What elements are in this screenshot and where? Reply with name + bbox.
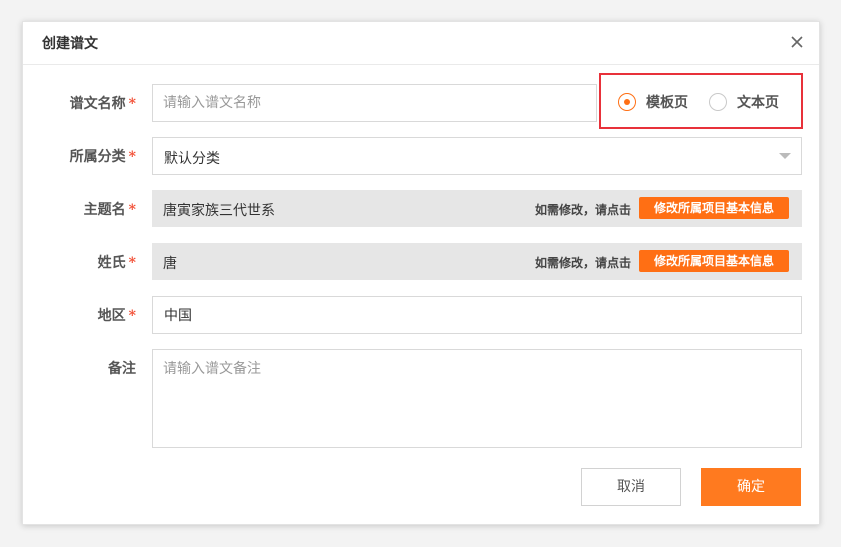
- surname-readonly-field: 唐 如需修改，请点击 修改所属项目基本信息: [152, 243, 802, 280]
- radio-template-label: 模板页: [646, 95, 688, 111]
- chevron-down-icon: [779, 153, 791, 159]
- radio-template-page[interactable]: 模板页: [618, 92, 688, 112]
- remark-field: [152, 349, 802, 448]
- radio-text-page[interactable]: 文本页: [709, 92, 779, 112]
- region-field: [152, 296, 802, 334]
- page-type-radio-group: 模板页 文本页: [599, 73, 803, 129]
- remark-row: 备注: [23, 349, 819, 448]
- required-mark: *: [128, 96, 136, 112]
- radio-checked-icon: [618, 93, 636, 111]
- edit-project-info-button[interactable]: 修改所属项目基本信息: [639, 250, 789, 272]
- dialog-header: 创建谱文: [23, 22, 819, 65]
- close-icon[interactable]: [789, 34, 805, 50]
- confirm-button[interactable]: 确定: [701, 468, 801, 506]
- radio-text-label: 文本页: [737, 95, 779, 111]
- cancel-button[interactable]: 取消: [581, 468, 681, 506]
- topic-label: 主题名 *: [83, 202, 136, 218]
- topic-value: 唐寅家族三代世系: [163, 203, 275, 219]
- category-select[interactable]: 默认分类: [152, 137, 802, 175]
- topic-row: 主题名 * 唐寅家族三代世系 如需修改，请点击 修改所属项目基本信息: [23, 190, 819, 227]
- surname-edit-hint: 如需修改，请点击: [535, 256, 632, 270]
- required-mark: *: [128, 255, 136, 271]
- surname-row: 姓氏 * 唐 如需修改，请点击 修改所属项目基本信息: [23, 243, 819, 280]
- region-label: 地区 *: [97, 308, 136, 324]
- remark-label: 备注: [108, 361, 136, 377]
- create-document-dialog: 创建谱文 谱文名称* 模板页 文本页 所属分类* 默认分类 主题名*: [22, 21, 820, 525]
- region-input[interactable]: [153, 297, 801, 333]
- category-row: 所属分类 * 默认分类: [23, 137, 819, 175]
- category-value: 默认分类: [164, 151, 220, 167]
- required-mark: *: [128, 308, 136, 324]
- edit-project-info-button[interactable]: 修改所属项目基本信息: [639, 197, 789, 219]
- topic-readonly-field: 唐寅家族三代世系 如需修改，请点击 修改所属项目基本信息: [152, 190, 802, 227]
- radio-unchecked-icon: [709, 93, 727, 111]
- required-mark: *: [128, 202, 136, 218]
- topic-edit-hint: 如需修改，请点击: [535, 203, 632, 217]
- region-row: 地区 *: [23, 296, 819, 334]
- name-label: 谱文名称 *: [69, 96, 136, 112]
- surname-value: 唐: [163, 256, 177, 272]
- category-label: 所属分类 *: [69, 149, 136, 165]
- required-mark: *: [128, 149, 136, 165]
- surname-label: 姓氏 *: [97, 255, 136, 271]
- remark-textarea[interactable]: [153, 350, 801, 447]
- dialog-title: 创建谱文: [42, 36, 98, 52]
- name-field: [152, 84, 597, 122]
- name-input[interactable]: [153, 85, 596, 121]
